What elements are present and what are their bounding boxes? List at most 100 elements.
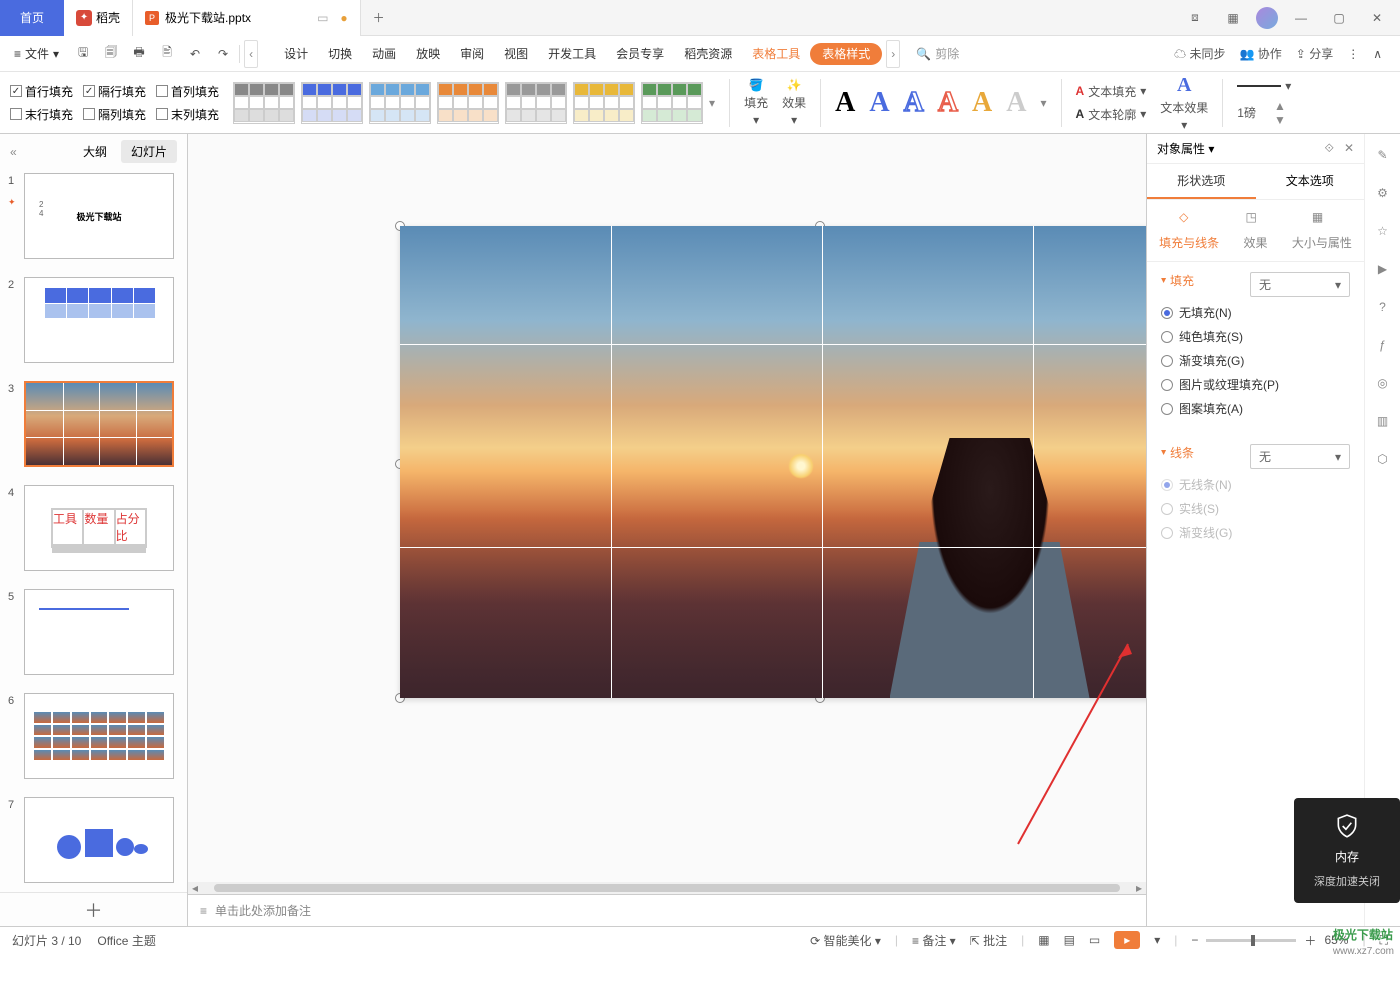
radio-pattern-fill[interactable]: 图案填充(A) xyxy=(1161,400,1350,417)
fill-button[interactable]: 🪣填充 ▾ xyxy=(744,78,768,127)
share-button[interactable]: ⇪ 分享 xyxy=(1296,45,1333,62)
smart-beautify-button[interactable]: ⟳ 智能美化 ▾ xyxy=(810,932,881,949)
help-tool-icon[interactable]: ? xyxy=(1379,300,1386,314)
table-style-4[interactable] xyxy=(437,82,499,124)
chk-last-row[interactable]: 末行填充 xyxy=(10,106,73,123)
table-style-1[interactable] xyxy=(233,82,295,124)
radio-no-line[interactable]: 无线条(N) xyxy=(1161,476,1350,493)
sync-status[interactable]: ☁ 未同步 xyxy=(1174,45,1225,62)
slide-thumb-6[interactable] xyxy=(24,693,174,779)
table-style-3[interactable] xyxy=(369,82,431,124)
view-sorter-icon[interactable]: ▤ xyxy=(1064,933,1075,947)
radio-no-fill[interactable]: 无填充(N) xyxy=(1161,304,1350,321)
chk-last-col[interactable]: 末列填充 xyxy=(156,106,219,123)
grid-apps-icon[interactable]: ▦ xyxy=(1218,3,1248,33)
settings-tool-icon[interactable]: ⚙ xyxy=(1377,186,1388,200)
tab-add[interactable]: ＋ xyxy=(361,9,397,26)
chk-first-col[interactable]: 首列填充 xyxy=(156,83,219,100)
pin-icon[interactable]: ⟐ xyxy=(1324,141,1333,156)
slide-thumb-4[interactable]: 工具数量占分比 xyxy=(24,485,174,571)
tab-home[interactable]: 首页 xyxy=(0,0,64,36)
collapse-nav-icon[interactable]: « xyxy=(10,145,17,159)
subtab-fill-line[interactable]: ◇填充与线条 xyxy=(1159,210,1219,251)
radio-solid-line[interactable]: 实线(S) xyxy=(1161,500,1350,517)
ribbon-tab-view[interactable]: 视图 xyxy=(494,36,538,72)
slide-thumbnails[interactable]: 1✦极光下载站24 2 3 4工具数量占分比 5 6 7 8 xyxy=(0,169,187,892)
gallery-more-icon[interactable]: ▾ xyxy=(1041,96,1047,110)
tab-text-options[interactable]: 文本选项 xyxy=(1256,164,1365,199)
radio-gradient-fill[interactable]: 渐变填充(G) xyxy=(1161,352,1350,369)
ribbon-tab-transitions[interactable]: 切换 xyxy=(318,36,362,72)
close-panel-icon[interactable]: ✕ xyxy=(1344,141,1354,156)
print-preview-icon[interactable]: 🖹 xyxy=(155,42,179,66)
subtab-effects[interactable]: ◳效果 xyxy=(1243,210,1267,251)
slide-thumb-7[interactable] xyxy=(24,797,174,883)
table-style-7[interactable] xyxy=(641,82,703,124)
avatar[interactable] xyxy=(1256,7,1278,29)
present-tool-icon[interactable]: ▶ xyxy=(1378,262,1387,276)
ribbon-prev-icon[interactable]: ‹ xyxy=(244,40,258,68)
fx-tool-icon[interactable]: ƒ xyxy=(1379,338,1386,352)
star-tool-icon[interactable]: ☆ xyxy=(1377,224,1388,238)
tab-docer[interactable]: ✦稻壳 xyxy=(64,0,133,36)
tab-menu-icon[interactable]: ▭ xyxy=(317,11,328,25)
fill-dropdown[interactable]: 无▾ xyxy=(1250,272,1350,297)
ribbon-tab-table-style[interactable]: 表格样式 xyxy=(810,43,882,65)
search-input[interactable]: 🔍 剪除 xyxy=(916,45,1036,62)
table-style-2[interactable] xyxy=(301,82,363,124)
ribbon-tab-animations[interactable]: 动画 xyxy=(362,36,406,72)
more-icon[interactable]: ⋮ xyxy=(1347,47,1359,61)
line-weight-input[interactable]: 1磅 ▲▼ xyxy=(1237,99,1291,127)
file-menu[interactable]: ≡ 文件 ▾ xyxy=(6,45,67,62)
gallery-more-icon[interactable]: ▾ xyxy=(709,96,715,110)
comments-toggle[interactable]: ⇱ 批注 xyxy=(970,932,1007,949)
ribbon-tab-design[interactable]: 设计 xyxy=(274,36,318,72)
chk-first-row[interactable]: 首行填充 xyxy=(10,83,73,100)
save-icon[interactable]: 🖫 xyxy=(71,42,95,66)
slideshow-button[interactable]: ▸ xyxy=(1114,931,1140,949)
zoom-out-icon[interactable]: − xyxy=(1191,933,1198,947)
ribbon-tab-table-tools[interactable]: 表格工具 xyxy=(742,36,810,72)
text-effect-button[interactable]: A文本效果 ▾ xyxy=(1160,74,1208,132)
design-tool-icon[interactable]: ✎ xyxy=(1377,148,1387,162)
zoom-in-icon[interactable]: ＋ xyxy=(1304,932,1316,949)
slide-thumb-3[interactable] xyxy=(24,381,174,467)
radio-solid-fill[interactable]: 纯色填充(S) xyxy=(1161,328,1350,345)
library-tool-icon[interactable]: ▥ xyxy=(1377,414,1388,428)
chevron-down-icon[interactable]: ▾ xyxy=(1154,933,1160,947)
nav-tab-outline[interactable]: 大纲 xyxy=(73,140,117,163)
cube-tool-icon[interactable]: ⬡ xyxy=(1377,452,1387,466)
line-sample[interactable]: ▾ xyxy=(1237,79,1291,93)
slide-thumb-1[interactable]: 极光下载站24 xyxy=(24,173,174,259)
ribbon-tab-docer[interactable]: 稻壳资源 xyxy=(674,36,742,72)
ribbon-next-icon[interactable]: › xyxy=(886,40,900,68)
add-slide-button[interactable]: ＋ xyxy=(0,892,187,926)
collab-button[interactable]: 👥 协作 xyxy=(1240,45,1282,62)
close-icon[interactable]: ✕ xyxy=(1362,3,1392,33)
text-style-6[interactable]: A xyxy=(1006,87,1026,119)
text-style-1[interactable]: A xyxy=(835,87,855,119)
slide-thumb-5[interactable] xyxy=(24,589,174,675)
target-tool-icon[interactable]: ◎ xyxy=(1377,376,1387,390)
tab-shape-options[interactable]: 形状选项 xyxy=(1147,164,1256,199)
table-style-6[interactable] xyxy=(573,82,635,124)
ribbon-tab-member[interactable]: 会员专享 xyxy=(606,36,674,72)
save-as-icon[interactable]: 🗐 xyxy=(99,42,123,66)
notes-toggle[interactable]: ≡ 备注 ▾ xyxy=(912,932,956,949)
text-style-5[interactable]: A xyxy=(972,87,992,119)
undo-icon[interactable]: ↶ xyxy=(183,42,207,66)
text-style-gallery[interactable]: A A A A A A ▾ xyxy=(835,87,1046,119)
slide-thumb-2[interactable] xyxy=(24,277,174,363)
view-normal-icon[interactable]: ▦ xyxy=(1038,933,1049,947)
print-icon[interactable]: 🖶 xyxy=(127,42,151,66)
effect-button[interactable]: ✨效果 ▾ xyxy=(782,78,806,127)
notes-bar[interactable]: ≡ 单击此处添加备注 xyxy=(188,894,1146,926)
table-style-gallery[interactable]: ▾ xyxy=(233,82,715,124)
text-style-4[interactable]: A xyxy=(938,87,958,119)
slide-canvas[interactable] xyxy=(188,134,1146,882)
security-popup[interactable]: 内存 深度加速关闭 xyxy=(1294,798,1400,903)
nav-tab-slides[interactable]: 幻灯片 xyxy=(121,140,177,163)
section-line[interactable]: 线条 xyxy=(1161,444,1194,461)
table-style-5[interactable] xyxy=(505,82,567,124)
text-style-3[interactable]: A xyxy=(904,87,924,119)
